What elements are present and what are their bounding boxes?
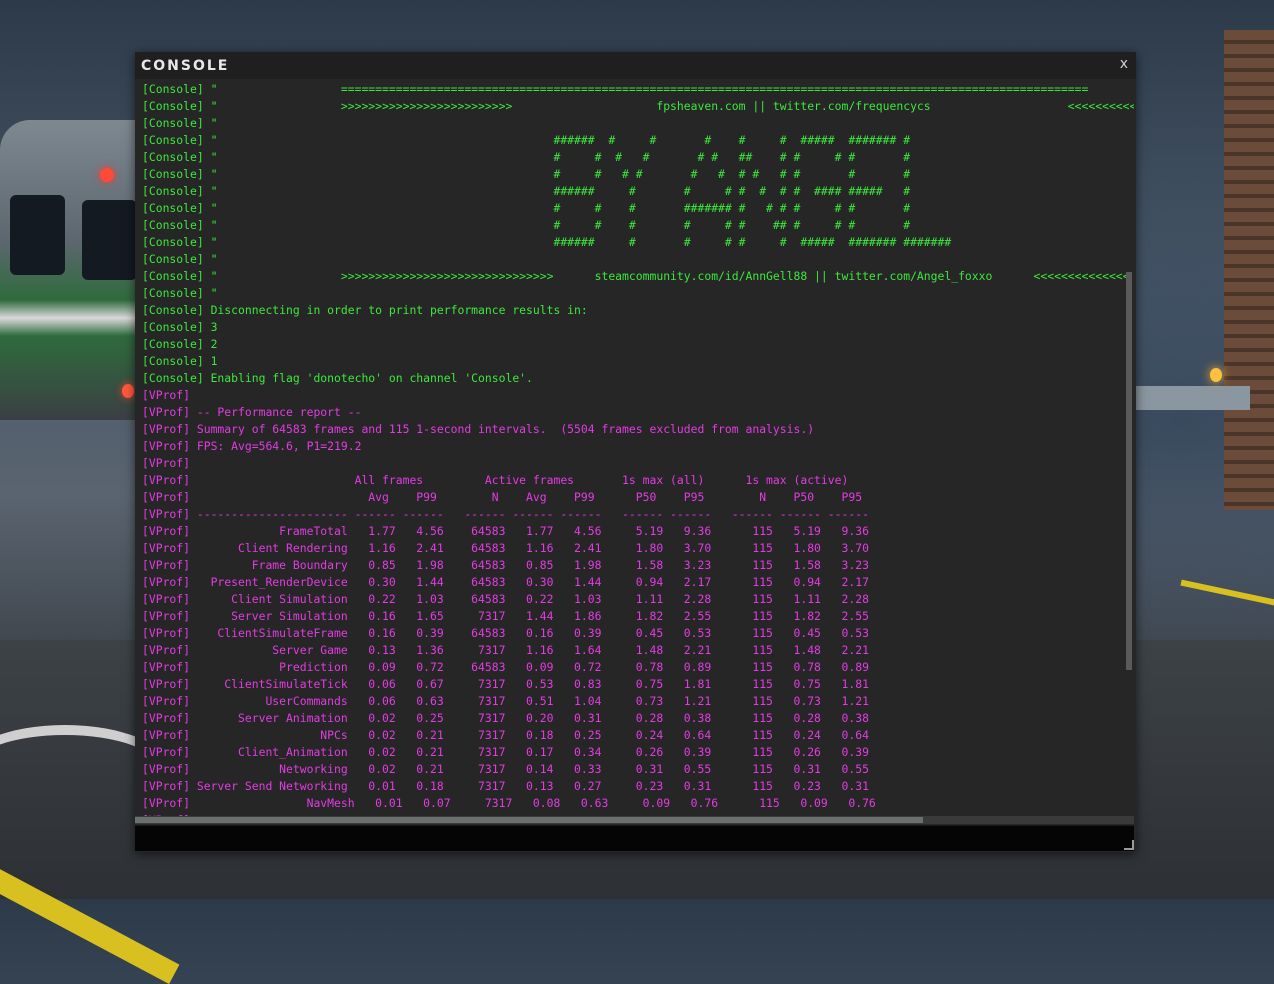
console-log-line: [Console] " >>>>>>>>>>>>>>>>>>>>>>>>> fp… (142, 99, 1134, 113)
console-log-line: [Console] " # # # # # # ## # # # # # (142, 150, 911, 164)
vprof-log-line: [VProf] UserCommands 0.06 0.63 7317 0.51… (142, 694, 869, 708)
vprof-log-line: [VProf] Server Send Networking 0.01 0.18… (142, 779, 869, 793)
console-log-line: [Console] " ###### # # # # # ##### #####… (142, 133, 911, 147)
vprof-log-line: [VProf] -- Performance report -- (142, 405, 362, 419)
console-log-line: [Console] 1 (142, 354, 218, 368)
vprof-log-line: [VProf] ClientSimulateTick 0.06 0.67 731… (142, 677, 869, 691)
console-log-line: [Console] " (142, 286, 218, 300)
vprof-log-line: [VProf] All frames Active frames 1s max … (142, 473, 849, 487)
vprof-log-line: [VProf] FrameTotal 1.77 4.56 64583 1.77 … (142, 524, 869, 538)
console-log-line: [Console] " (142, 116, 218, 130)
console-log-line: [Console] " ###### # # # # # # # #### ##… (142, 184, 911, 198)
vprof-log-line: [VProf] Frame Boundary 0.85 1.98 64583 0… (142, 558, 869, 572)
console-titlebar[interactable]: CONSOLE x (135, 52, 1136, 79)
console-log-line: [Console] " ###### # # # # # ##### #####… (142, 235, 952, 249)
vprof-log-line: [VProf] Server Simulation 0.16 1.65 7317… (142, 609, 869, 623)
console-input[interactable] (135, 825, 1134, 851)
background-train-window (10, 195, 65, 275)
horizontal-scrollbar-thumb[interactable] (135, 817, 923, 823)
console-log-line: [Console] Enabling flag 'donotecho' on c… (142, 371, 533, 385)
console-log-line: [Console] " ============================… (142, 82, 1089, 96)
vprof-log-line: [VProf] Server Game 0.13 1.36 7317 1.16 … (142, 643, 869, 657)
vprof-log-line: [VProf] (142, 456, 191, 470)
background-train-window (82, 200, 137, 280)
console-log-line: [Console] " # # # ####### # # # # # # # (142, 201, 911, 215)
vprof-log-line: [VProf] Summary of 64583 frames and 115 … (142, 422, 815, 436)
close-icon[interactable]: x (1120, 56, 1128, 72)
console-title: CONSOLE (141, 58, 230, 74)
console-window[interactable]: CONSOLE x [Console] " ==================… (135, 52, 1136, 852)
vprof-log-line: [VProf] Client_Animation 0.02 0.21 7317 … (142, 745, 869, 759)
console-log-line: [Console] " >>>>>>>>>>>>>>>>>>>>>>>>>>>>… (142, 269, 1130, 283)
vprof-log-line: [VProf] Present_RenderDevice 0.30 1.44 6… (142, 575, 869, 589)
vprof-log-line: [VProf] Client Simulation 0.22 1.03 6458… (142, 592, 869, 606)
vprof-log-line: [VProf] ClientSimulateFrame 0.16 0.39 64… (142, 626, 869, 640)
vprof-log-line: [VProf] FPS: Avg=564.6, P1=219.2 (142, 439, 362, 453)
console-log-line: [Console] 2 (142, 337, 218, 351)
vprof-log-line: [VProf] Client Rendering 1.16 2.41 64583… (142, 541, 869, 555)
console-log-line: [Console] Disconnecting in order to prin… (142, 303, 588, 317)
vprof-log-line: [VProf] NPCs 0.02 0.21 7317 0.18 0.25 0.… (142, 728, 869, 742)
console-log-line: [Console] " # # # # # # # # # # # # (142, 167, 911, 181)
background-yellow-stripe (1180, 579, 1274, 607)
console-log-line: [Console] " # # # # # # ## # # # # (142, 218, 911, 232)
console-log-line: [Console] " (142, 252, 218, 266)
vprof-log-line: [VProf] (142, 388, 191, 402)
console-log[interactable]: [Console] " ============================… (135, 81, 1134, 818)
vprof-log-line: [VProf] NavMesh 0.01 0.07 7317 0.08 0.63… (142, 796, 876, 810)
vprof-log-line: [VProf] Server Animation 0.02 0.25 7317 … (142, 711, 869, 725)
vprof-log-line: [VProf] Networking 0.02 0.21 7317 0.14 0… (142, 762, 869, 776)
vertical-scrollbar[interactable] (1126, 272, 1132, 670)
resize-handle-icon[interactable] (1124, 840, 1134, 850)
vprof-log-line: [VProf] Prediction 0.09 0.72 64583 0.09 … (142, 660, 869, 674)
vprof-log-line: [VProf] Avg P99 N Avg P99 P50 P95 N P50 … (142, 490, 863, 504)
vprof-log-line: [VProf] ---------------------- ------ --… (142, 507, 869, 521)
background-tower (1224, 30, 1274, 510)
background-red-light (122, 384, 134, 398)
background-red-light (100, 168, 114, 182)
background-lamp (1210, 368, 1222, 382)
console-log-line: [Console] 3 (142, 320, 218, 334)
